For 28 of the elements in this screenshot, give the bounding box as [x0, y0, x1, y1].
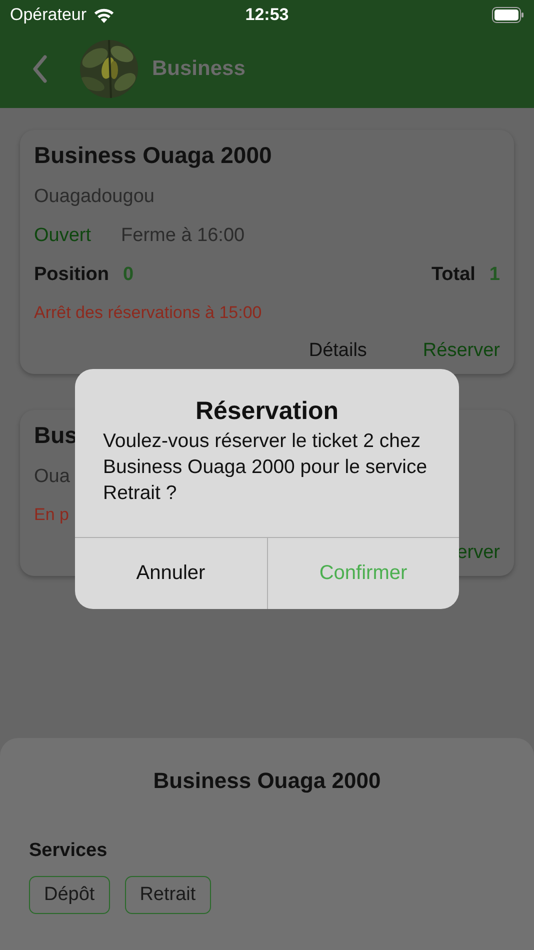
- business-name: Business Ouaga 2000: [34, 142, 272, 169]
- confirm-button[interactable]: Confirmer: [266, 538, 459, 609]
- sheet-title: Business Ouaga 2000: [152, 768, 382, 794]
- details-link[interactable]: Détails: [308, 340, 367, 364]
- service-button[interactable]: Dépôt: [29, 876, 110, 914]
- position-value: 0: [122, 264, 134, 286]
- back-icon[interactable]: [32, 55, 48, 83]
- city-label: Ouagadougou: [34, 186, 154, 208]
- cancel-button[interactable]: Annuler: [75, 538, 266, 609]
- business-name: Bus: [34, 422, 78, 449]
- service-button[interactable]: Retrait: [124, 876, 211, 914]
- wifi-icon: [92, 7, 115, 23]
- city-label: Oua: [34, 466, 70, 488]
- battery-icon: [492, 7, 524, 23]
- dialog-message: Voulez-vous réserver le ticket 2 chez Business Ouaga 2000 pour le service Retrait ?: [102, 429, 428, 506]
- reservation-notice: Arrêt des réservations à 15:00: [34, 303, 262, 323]
- services-label: Services: [29, 840, 108, 862]
- reserve-link[interactable]: Réserver: [422, 340, 500, 364]
- open-status: Ouvert: [34, 225, 92, 247]
- clock-time: 12:53: [244, 5, 290, 25]
- position-label: Position: [34, 264, 109, 286]
- page-title: Business: [152, 57, 246, 81]
- reservation-notice: En p: [34, 505, 69, 525]
- closing-time: Ferme à 16:00: [121, 225, 245, 247]
- carrier-name: Opérateur: [10, 5, 87, 25]
- total-label: Total: [431, 264, 476, 286]
- total-value: 1: [489, 264, 500, 286]
- dialog-title: Réservation: [194, 397, 340, 426]
